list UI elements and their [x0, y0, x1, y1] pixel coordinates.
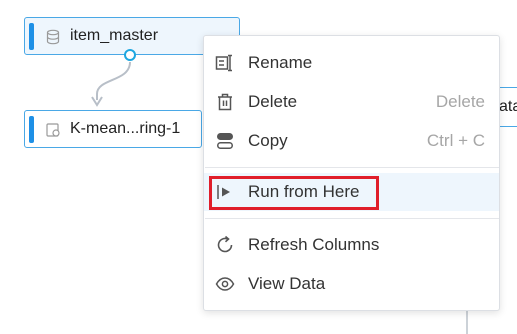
menu-item-shortcut: Ctrl + C [426, 131, 485, 150]
node-accent-bar [29, 23, 34, 50]
node-label: K-mean...ring-1 [70, 120, 181, 137]
copy-icon [217, 133, 233, 149]
trash-icon [218, 93, 232, 111]
database-icon [46, 29, 60, 45]
context-menu: Rename Delete Delete Copy Ctrl + C Run f… [203, 35, 500, 311]
menu-item-view-data[interactable]: View Data [204, 265, 499, 303]
node-accent-bar [29, 116, 34, 143]
menu-item-refresh-columns[interactable]: Refresh Columns [204, 226, 499, 264]
play-icon [217, 185, 230, 199]
menu-item-copy[interactable]: Copy Ctrl + C [204, 122, 499, 160]
node-label: item_master [70, 27, 159, 44]
menu-divider [205, 218, 499, 219]
refresh-icon [217, 235, 233, 253]
menu-item-delete[interactable]: Delete Delete [204, 83, 499, 121]
model-icon [46, 123, 60, 137]
menu-item-label: Run from Here [248, 182, 360, 201]
menu-item-rename[interactable]: Rename [204, 44, 499, 82]
menu-item-run-from-here[interactable]: Run from Here [204, 173, 499, 211]
pipeline-canvas[interactable]: item_master K-mean...ring-1 ata Rename D… [0, 0, 517, 334]
output-port[interactable] [124, 49, 136, 61]
node-kmeans[interactable]: K-mean...ring-1 [24, 110, 202, 148]
menu-item-label: View Data [248, 274, 326, 293]
menu-item-label: Rename [248, 53, 313, 72]
menu-divider [205, 167, 499, 168]
node-label: ata [499, 98, 517, 115]
rename-icon [215, 54, 232, 72]
menu-item-shortcut: Delete [435, 92, 485, 111]
menu-item-label: Copy [248, 131, 288, 150]
menu-item-label: Refresh Columns [248, 235, 380, 254]
eye-icon [215, 277, 235, 291]
menu-item-label: Delete [248, 92, 298, 111]
